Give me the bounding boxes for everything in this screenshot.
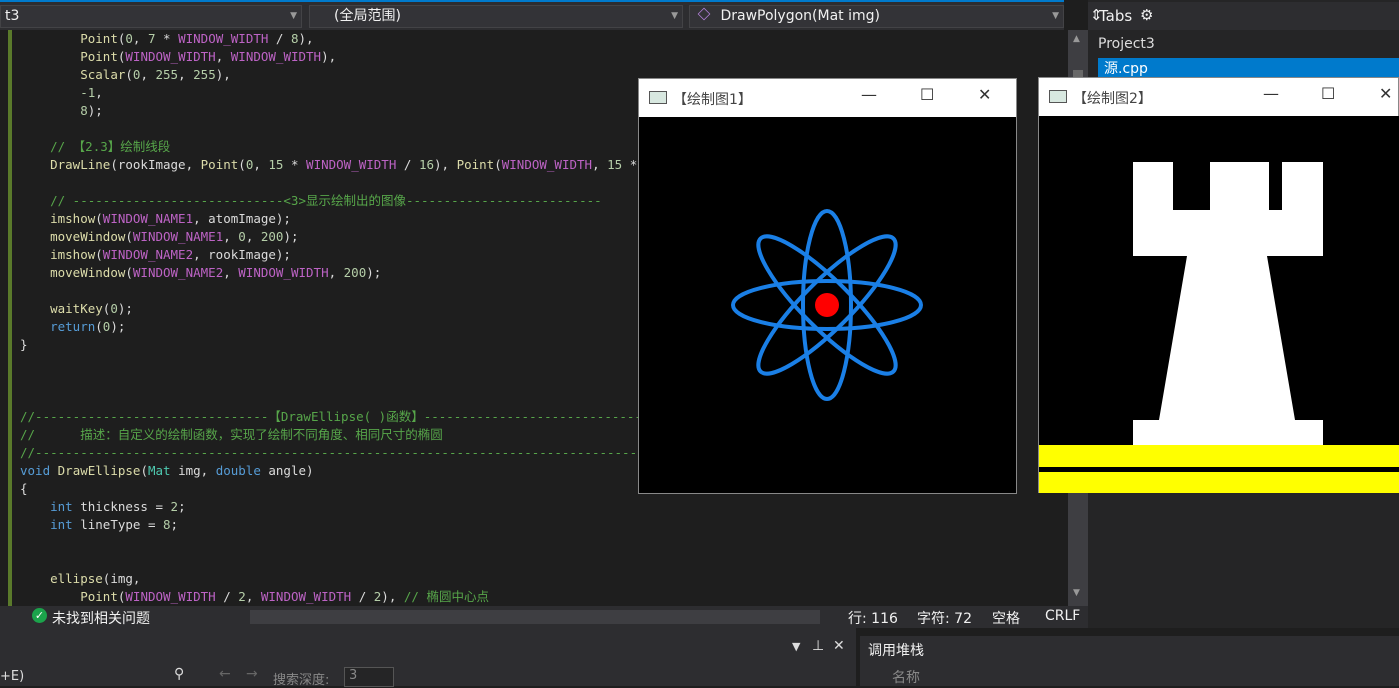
find-results-panel: ▼ ⊥ ✕ +E) ⚲ ← → 搜索深度: 3 [0, 628, 856, 688]
code-line[interactable]: void DrawEllipse(Mat img, double angle) [20, 462, 314, 480]
code-line[interactable]: //-------------------------------【DrawEl… [20, 408, 657, 426]
code-line[interactable]: int lineType = 8; [20, 516, 178, 534]
search-icon[interactable]: ⚲ [174, 666, 184, 682]
window-app-icon [649, 91, 667, 104]
code-line[interactable]: Point(WINDOW_WIDTH / 2, WINDOW_WIDTH / 2… [20, 588, 489, 606]
method-icon [697, 7, 711, 21]
line-indicator[interactable]: 行: 116 [848, 608, 898, 628]
code-line[interactable]: // ----------------------------<3>显示绘制出的… [20, 192, 602, 210]
window-titlebar[interactable]: 【绘制图2】 — ☐ ✕ [1039, 78, 1398, 116]
back-arrow-icon[interactable]: ← [219, 666, 231, 682]
atom-core-circle [815, 293, 839, 317]
project-dropdown-label: t3 [5, 8, 20, 24]
search-depth-label: 搜索深度: [273, 673, 330, 688]
call-stack-name-column[interactable]: 名称 [892, 667, 920, 687]
code-line[interactable]: Scalar(0, 255, 255), [20, 66, 231, 84]
settings-icon[interactable]: ⚙ [1140, 6, 1153, 24]
tree-item-project[interactable]: Project3 [1098, 36, 1155, 52]
code-line[interactable]: // 【2.3】绘制线段 [20, 138, 170, 156]
rook-image-canvas [1039, 116, 1399, 493]
line-ending-indicator[interactable]: CRLF [1045, 608, 1080, 624]
close-icon[interactable]: ✕ [1379, 84, 1392, 103]
pin-icon[interactable]: ⊥ [812, 638, 824, 654]
scroll-down-icon[interactable]: ▼ [1073, 588, 1080, 598]
minimize-icon[interactable]: — [861, 85, 877, 104]
editor-navigation-bar: t3 ▼ (全局范围) ▼ DrawPolygon(Mat img) ▼ [0, 0, 1064, 30]
opencv-window-atom[interactable]: 【绘制图1】 — ☐ ✕ [638, 78, 1017, 494]
tabs-label: Tabs [1099, 7, 1133, 25]
scope-dropdown[interactable]: (全局范围) ▼ [309, 5, 683, 28]
solution-explorer-header: ⇕ Tabs ⚙ [1088, 2, 1399, 30]
code-line[interactable]: } [20, 336, 28, 354]
indent-indicator[interactable]: 空格 [992, 608, 1020, 628]
maximize-icon[interactable]: ☐ [920, 85, 934, 104]
project-dropdown[interactable]: t3 ▼ [0, 5, 302, 28]
code-line[interactable]: { [20, 480, 28, 498]
code-line[interactable]: ellipse(img, [20, 570, 140, 588]
chevron-down-icon: ▼ [290, 11, 297, 21]
rook-base-bar [1039, 445, 1399, 467]
code-line[interactable]: 8); [20, 102, 103, 120]
code-line[interactable]: moveWindow(WINDOW_NAME1, 0, 200); [20, 228, 298, 246]
dropdown-arrow-icon[interactable]: ▼ [792, 640, 800, 653]
rook-base-bar [1039, 472, 1399, 493]
tree-item-source-file[interactable]: 源.cpp [1098, 58, 1399, 78]
minimize-icon[interactable]: — [1263, 84, 1279, 103]
editor-horizontal-scrollbar[interactable] [250, 610, 820, 624]
code-line[interactable]: return(0); [20, 318, 125, 336]
code-line[interactable]: waitKey(0); [20, 300, 133, 318]
code-line[interactable]: Point(WINDOW_WIDTH, WINDOW_WIDTH), [20, 48, 336, 66]
char-indicator[interactable]: 字符: 72 [917, 608, 972, 628]
search-depth-input[interactable]: 3 [344, 667, 394, 687]
opencv-window-rook[interactable]: 【绘制图2】 — ☐ ✕ [1038, 77, 1399, 493]
code-line[interactable]: imshow(WINDOW_NAME2, rookImage); [20, 246, 291, 264]
window-titlebar[interactable]: 【绘制图1】 — ☐ ✕ [639, 79, 1016, 117]
chevron-down-icon: ▼ [671, 11, 678, 21]
search-shortcut-label: +E) [0, 669, 25, 684]
check-circle-icon: ✓ [32, 608, 47, 623]
window-app-icon [1049, 90, 1067, 103]
atom-image-canvas [639, 117, 1016, 493]
code-line[interactable]: -1, [20, 84, 103, 102]
code-line[interactable]: DrawLine(rookImage, Point(0, 15 * WINDOW… [20, 156, 652, 174]
member-dropdown[interactable]: DrawPolygon(Mat img) ▼ [689, 5, 1064, 28]
chevron-down-icon: ▼ [1052, 11, 1059, 21]
code-line[interactable]: // 描述：自定义的绘制函数，实现了绘制不同角度、相同尺寸的椭圆 [20, 426, 443, 444]
code-line[interactable]: imshow(WINDOW_NAME1, atomImage); [20, 210, 291, 228]
close-icon[interactable]: ✕ [833, 638, 845, 654]
call-stack-title: 调用堆栈 [868, 643, 924, 659]
issues-status[interactable]: 未找到相关问题 [52, 608, 150, 628]
forward-arrow-icon[interactable]: → [246, 666, 258, 682]
code-line[interactable]: moveWindow(WINDOW_NAME2, WINDOW_WIDTH, 2… [20, 264, 381, 282]
scope-dropdown-label: (全局范围) [334, 8, 401, 24]
window-title: 【绘制图1】 [673, 92, 752, 108]
code-line[interactable]: //--------------------------------------… [20, 444, 705, 462]
close-icon[interactable]: ✕ [978, 85, 991, 104]
scroll-up-icon[interactable]: ▲ [1073, 34, 1080, 44]
call-stack-panel: 调用堆栈 名称 [860, 636, 1399, 686]
member-dropdown-label: DrawPolygon(Mat img) [720, 8, 880, 24]
maximize-icon[interactable]: ☐ [1321, 84, 1335, 103]
editor-status-bar: ✓ 未找到相关问题 行: 116 字符: 72 空格 CRLF [0, 606, 1088, 628]
code-line[interactable]: int thickness = 2; [20, 498, 185, 516]
change-tracking-margin [0, 30, 12, 606]
window-title: 【绘制图2】 [1073, 91, 1152, 107]
code-line[interactable]: Point(0, 7 * WINDOW_WIDTH / 8), [20, 30, 313, 48]
